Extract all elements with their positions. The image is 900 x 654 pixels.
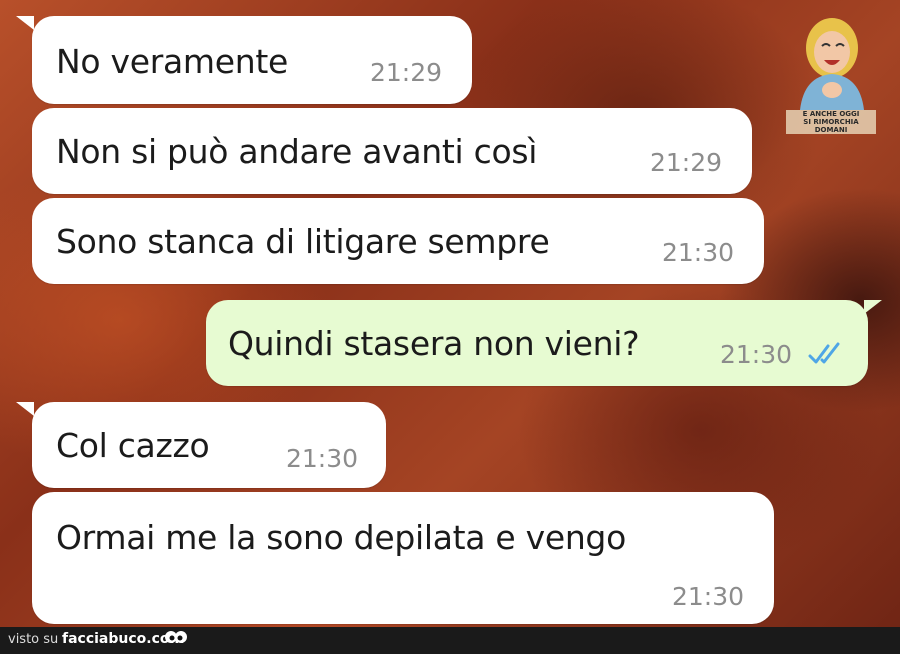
footer-bar: visto su facciabuco.com (0, 627, 900, 654)
message-timestamp: 21:30 (720, 340, 793, 369)
message-bubble-incoming[interactable]: Non si può andare avanti così 21:29 (32, 108, 752, 194)
message-text: No veramente (56, 42, 288, 81)
eyes-logo-icon (165, 631, 187, 643)
message-timestamp: 21:30 (286, 444, 359, 473)
watermark-caption-line1: E ANCHE OGGI (802, 110, 860, 118)
message-bubble-incoming[interactable]: Sono stanca di litigare sempre 21:30 (32, 198, 764, 284)
message-bubble-outgoing[interactable]: Quindi stasera non vieni? 21:30 (206, 300, 868, 386)
message-text: Ormai me la sono depilata e vengo (56, 518, 626, 557)
watermark-sticker: E ANCHE OGGI SI RIMORCHIA DOMANI (786, 10, 876, 135)
message-timestamp: 21:30 (662, 238, 735, 267)
message-bubble-incoming[interactable]: No veramente 21:29 (32, 16, 472, 104)
cartoon-woman-icon (800, 18, 864, 110)
message-bubble-incoming[interactable]: Ormai me la sono depilata e vengo 21:30 (32, 492, 774, 624)
bubble-tail (864, 300, 882, 314)
bubble-tail (16, 402, 34, 416)
watermark-caption: E ANCHE OGGI SI RIMORCHIA DOMANI (786, 110, 876, 134)
message-text: Non si può andare avanti così (56, 132, 538, 171)
footer-prefix: visto su (8, 632, 59, 647)
bubble-tail (16, 16, 34, 30)
message-bubble-incoming[interactable]: Col cazzo 21:30 (32, 402, 386, 488)
message-text: Sono stanca di litigare sempre (56, 222, 550, 261)
message-timestamp: 21:30 (672, 582, 745, 611)
message-text: Col cazzo (56, 426, 210, 465)
message-text: Quindi stasera non vieni? (228, 324, 640, 363)
watermark-caption-line2: SI RIMORCHIA DOMANI (803, 118, 859, 134)
message-timestamp: 21:29 (370, 58, 443, 87)
double-check-read-icon (808, 342, 840, 364)
message-timestamp: 21:29 (650, 148, 723, 177)
